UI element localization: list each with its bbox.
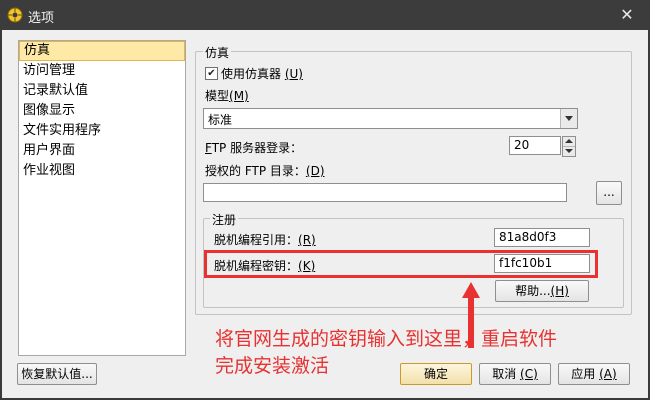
use-emulator-label: 使用仿真器 (U) xyxy=(221,67,303,81)
restore-defaults-button[interactable]: 恢复默认值... xyxy=(17,363,97,385)
window-title: 选项 xyxy=(28,11,55,26)
ftp-login-spinner[interactable] xyxy=(562,136,576,157)
model-select-value: 标准 xyxy=(208,113,233,127)
nav-item-log-defaults[interactable]: 记录默认值 xyxy=(19,81,185,101)
category-list[interactable]: 仿真 访问管理 记录默认值 图像显示 文件实用程序 用户界面 作业视图 xyxy=(18,40,186,356)
apply-button[interactable]: 应用 (A) xyxy=(558,363,630,385)
simulation-group-legend: 仿真 xyxy=(203,44,232,61)
nav-item-image-display[interactable]: 图像显示 xyxy=(19,101,185,121)
nav-item-access-management[interactable]: 访问管理 xyxy=(19,61,185,81)
ok-button[interactable]: 确定 xyxy=(400,363,472,385)
nav-item-user-interface[interactable]: 用户界面 xyxy=(19,141,185,161)
nav-item-file-utilities[interactable]: 文件实用程序 xyxy=(19,121,185,141)
options-dialog: 选项 ✕ 仿真 访问管理 记录默认值 图像显示 文件实用程序 用户界面 作业视图… xyxy=(0,0,650,400)
close-icon[interactable]: ✕ xyxy=(616,5,638,25)
registration-group-legend: 注册 xyxy=(210,211,239,228)
dialog-body: 仿真 访问管理 记录默认值 图像显示 文件实用程序 用户界面 作业视图 仿真 ✔… xyxy=(2,30,648,398)
spin-up-icon[interactable] xyxy=(563,137,575,147)
model-select[interactable]: 标准 xyxy=(203,108,578,129)
offline-reference-label: 脱机编程引用：(R) xyxy=(214,233,316,247)
offline-reference-input[interactable] xyxy=(494,228,590,247)
spin-down-icon[interactable] xyxy=(563,147,575,156)
cancel-button[interactable]: 取消 (C) xyxy=(479,363,551,385)
model-label: 模型(M) xyxy=(205,89,249,103)
help-button[interactable]: 帮助...(H) xyxy=(495,280,589,302)
ftp-login-label: FTP 服务器登录： xyxy=(205,141,303,155)
annotation-line-1: 将官网生成的密钥输入到这里，重启软件 xyxy=(215,328,558,350)
ftp-dir-input[interactable] xyxy=(203,183,567,202)
app-icon xyxy=(7,7,23,23)
nav-item-job-view[interactable]: 作业视图 xyxy=(19,161,185,181)
browse-button[interactable]: ... xyxy=(596,181,622,205)
use-emulator-checkbox[interactable]: ✔ xyxy=(205,67,218,80)
chevron-down-icon[interactable] xyxy=(560,109,577,128)
ftp-dir-label: 授权的 FTP 目录：(D) xyxy=(205,164,325,178)
annotation-highlight-box xyxy=(204,250,598,278)
title-bar: 选项 ✕ xyxy=(0,0,650,30)
nav-item-simulation[interactable]: 仿真 xyxy=(19,41,185,61)
ftp-login-input[interactable] xyxy=(509,136,561,155)
